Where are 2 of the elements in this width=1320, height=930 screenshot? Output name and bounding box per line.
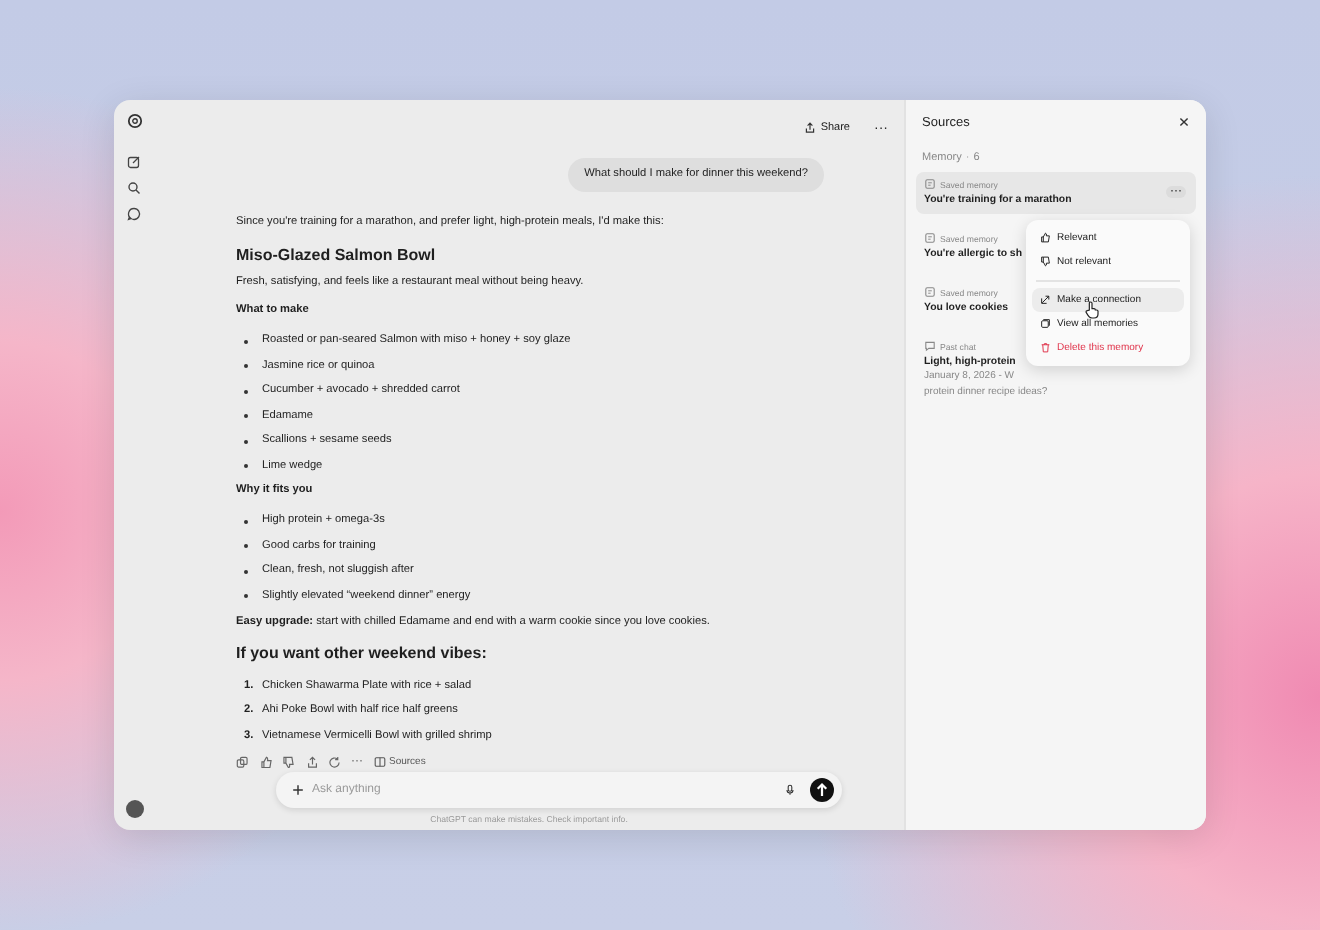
answer-heading: If you want other weekend vibes:	[236, 643, 489, 665]
answer-heading: Miso-Glazed Salmon Bowl	[236, 245, 438, 266]
